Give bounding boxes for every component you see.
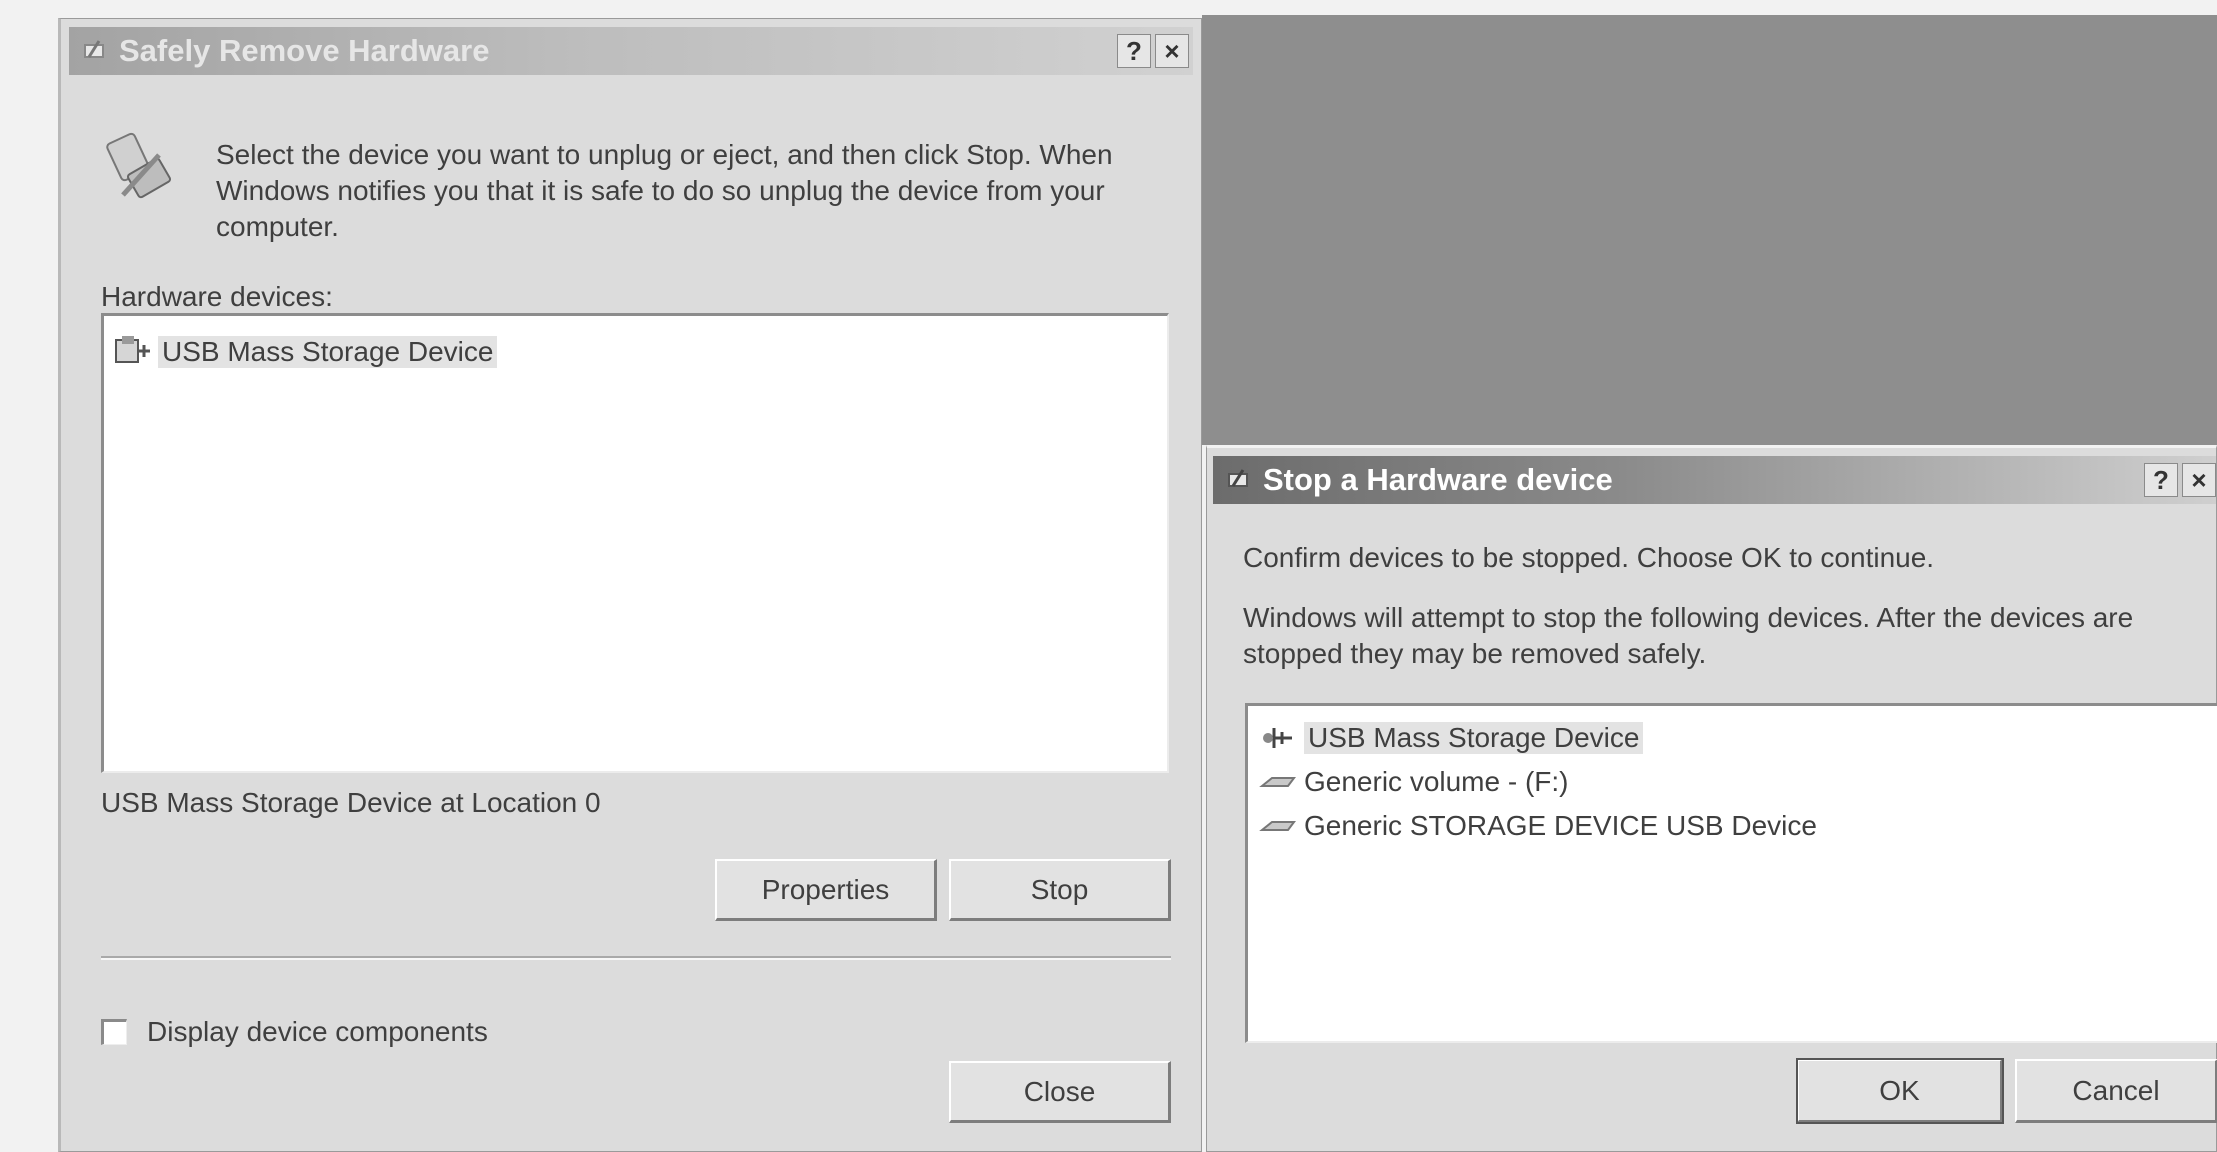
device-label: Generic volume - (F:) bbox=[1304, 766, 1569, 797]
stop-hardware-device-dialog: Stop a Hardware device ? × Confirm devic… bbox=[1206, 445, 2217, 1152]
device-label: USB Mass Storage Device bbox=[158, 336, 498, 368]
drive-icon bbox=[1259, 777, 1296, 787]
background-window-area bbox=[1202, 15, 2217, 445]
title-bar[interactable]: Stop a Hardware device ? × bbox=[1213, 456, 2216, 504]
close-window-button[interactable]: × bbox=[2182, 463, 2216, 497]
device-list-item[interactable]: USB Mass Storage Device bbox=[1258, 716, 2217, 760]
display-components-checkbox[interactable] bbox=[101, 1019, 127, 1045]
device-list-item[interactable]: Generic volume - (F:) bbox=[1258, 760, 2217, 804]
confirm-text: Confirm devices to be stopped. Choose OK… bbox=[1243, 542, 1935, 573]
stop-button[interactable]: Stop bbox=[949, 859, 1171, 921]
devices-to-stop-list[interactable]: USB Mass Storage Device Generic volume -… bbox=[1245, 703, 2217, 1043]
hardware-icon bbox=[1228, 469, 1248, 487]
window-title: Safely Remove Hardware bbox=[119, 33, 490, 68]
close-window-button[interactable]: × bbox=[1155, 34, 1189, 68]
usb-device-icon bbox=[115, 336, 150, 363]
device-label: USB Mass Storage Device bbox=[1304, 722, 1644, 754]
ok-button[interactable]: OK bbox=[1796, 1058, 2004, 1124]
device-list-item[interactable]: USB Mass Storage Device bbox=[112, 330, 1167, 374]
close-button[interactable]: Close bbox=[949, 1061, 1171, 1123]
device-location-text: USB Mass Storage Device at Location 0 bbox=[101, 787, 601, 818]
info-text: Windows will attempt to stop the followi… bbox=[1243, 602, 2134, 669]
instructions-text: Select the device you want to unplug or … bbox=[216, 139, 1113, 242]
title-bar[interactable]: Safely Remove Hardware ? × bbox=[69, 27, 1193, 75]
safely-remove-hardware-dialog: Safely Remove Hardware ? × Select the de… bbox=[58, 18, 1202, 1152]
hardware-devices-label: Hardware devices: bbox=[101, 281, 333, 312]
properties-button[interactable]: Properties bbox=[715, 859, 937, 921]
usb-device-icon bbox=[1263, 728, 1292, 748]
device-list-item[interactable]: Generic STORAGE DEVICE USB Device bbox=[1258, 804, 2217, 848]
hardware-icon bbox=[84, 40, 104, 58]
safely-remove-icon bbox=[106, 132, 171, 199]
display-components-label[interactable]: Display device components bbox=[147, 1014, 488, 1050]
cancel-button[interactable]: Cancel bbox=[2015, 1059, 2217, 1123]
help-button[interactable]: ? bbox=[1117, 34, 1151, 68]
help-button[interactable]: ? bbox=[2144, 463, 2178, 497]
drive-icon bbox=[1259, 821, 1296, 831]
separator bbox=[101, 956, 1171, 960]
window-title: Stop a Hardware device bbox=[1263, 462, 1613, 497]
hardware-devices-list[interactable]: USB Mass Storage Device bbox=[101, 313, 1169, 773]
device-label: Generic STORAGE DEVICE USB Device bbox=[1304, 810, 1817, 841]
